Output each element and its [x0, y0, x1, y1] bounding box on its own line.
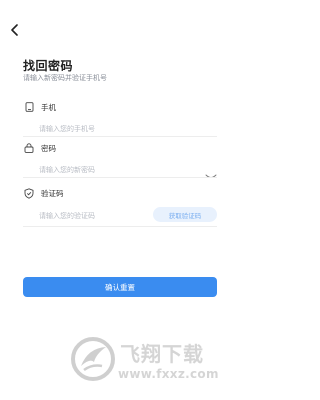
back-button[interactable] [10, 24, 24, 40]
phone-divider [23, 136, 217, 137]
phone-icon [23, 101, 35, 113]
get-code-button[interactable]: 获取验证码 [153, 207, 217, 222]
lock-icon [23, 142, 35, 154]
phone-label: 手机 [41, 102, 56, 112]
code-field-group: 验证码 获取验证码 [23, 186, 217, 223]
confirm-reset-button[interactable]: 确认重置 [23, 277, 217, 297]
shield-icon [23, 187, 35, 199]
page-subtitle: 请输入新密码并验证手机号 [23, 74, 107, 82]
page-title: 找回密码 [23, 59, 74, 73]
watermark-logo-icon [71, 337, 115, 381]
password-field-group: 密码 [23, 141, 217, 178]
code-divider [23, 226, 217, 227]
code-label: 验证码 [41, 188, 64, 198]
phone-field-group: 手机 [23, 100, 217, 136]
chevron-left-icon [10, 24, 24, 36]
watermark-name: 飞翔下载 [120, 342, 204, 366]
password-input[interactable] [39, 163, 217, 177]
password-label: 密码 [41, 143, 56, 153]
watermark: 飞翔下载 www.fxxz.com [70, 330, 230, 392]
watermark-url: www.fxxz.com [118, 367, 219, 381]
password-divider [23, 177, 217, 178]
phone-input[interactable] [39, 122, 217, 136]
code-input[interactable] [39, 209, 149, 223]
eye-closed-icon[interactable] [205, 166, 217, 178]
